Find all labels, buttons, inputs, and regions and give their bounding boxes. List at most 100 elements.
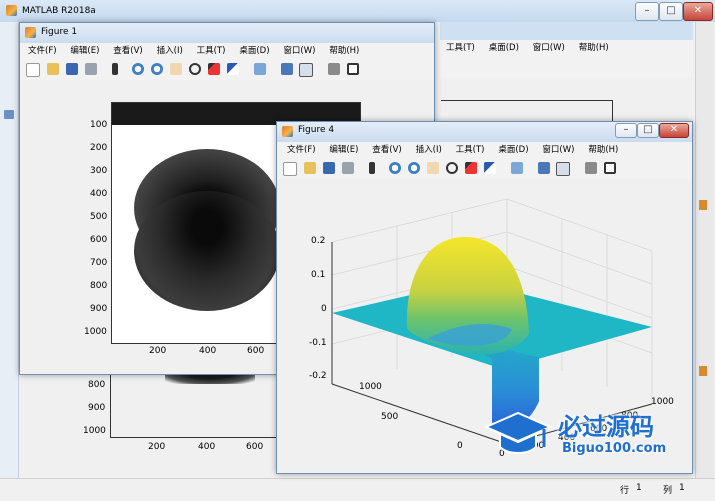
z-tick: 0.2 (311, 236, 326, 246)
col-label: 列 (663, 486, 673, 496)
y-tick: 100 (90, 120, 108, 130)
figure4-minimize-button[interactable]: – (615, 123, 637, 138)
menu-edit[interactable]: 编辑(E) (329, 145, 358, 155)
menu-desktop[interactable]: 桌面(D) (239, 46, 269, 56)
menu-tools[interactable]: 工具(T) (456, 145, 485, 155)
lower-background-figure (20, 372, 278, 476)
figure1-menubar: 文件(F) 编辑(E) 查看(V) 插入(I) 工具(T) 桌面(D) 窗口(W… (20, 43, 434, 61)
y-tick: 500 (381, 412, 399, 422)
zoom-in-icon[interactable] (389, 162, 402, 174)
figure-icon (25, 27, 36, 38)
z-tick: -0.2 (309, 371, 327, 381)
rotate-icon[interactable] (446, 162, 458, 174)
y-tick: 600 (90, 235, 108, 245)
y-tick: 500 (90, 212, 108, 222)
lower-ytick: 900 (88, 403, 106, 413)
open-icon[interactable] (303, 162, 316, 174)
zoom-in-icon[interactable] (132, 63, 145, 75)
z-tick: -0.1 (309, 338, 327, 348)
menu-window[interactable]: 窗口(W) (542, 145, 574, 155)
menu-view[interactable]: 查看(V) (113, 46, 142, 56)
y-tick: 400 (90, 189, 108, 199)
bg-menu-desktop[interactable]: 桌面(D) (489, 43, 519, 53)
open-icon[interactable] (46, 63, 59, 75)
menu-file[interactable]: 文件(F) (28, 46, 57, 56)
pointer-icon[interactable] (111, 63, 118, 75)
main-title-bar[interactable]: MATLAB R2018a – □ ✕ (0, 0, 715, 22)
maximize-button[interactable]: □ (659, 2, 683, 21)
background-figure-toolbar (440, 58, 693, 79)
matlab-logo-icon (6, 5, 17, 16)
print-icon[interactable] (341, 162, 354, 174)
colorbar-icon[interactable] (537, 162, 550, 174)
z-tick: 0.1 (311, 270, 326, 280)
figure4-title-bar[interactable]: Figure 4 – □ ✕ (277, 122, 692, 142)
zoom-out-icon[interactable] (408, 162, 421, 174)
menu-edit[interactable]: 编辑(E) (70, 46, 99, 56)
menu-window[interactable]: 窗口(W) (283, 46, 315, 56)
figure4-menubar: 文件(F) 编辑(E) 查看(V) 插入(I) 工具(T) 桌面(D) 窗口(W… (277, 142, 692, 160)
menu-help[interactable]: 帮助(H) (329, 46, 359, 56)
brush-icon[interactable] (226, 63, 239, 75)
y-tick: 800 (90, 281, 108, 291)
save-icon[interactable] (65, 63, 78, 75)
app-title: MATLAB R2018a (22, 6, 96, 16)
menu-desktop[interactable]: 桌面(D) (498, 145, 528, 155)
row-label: 行 (620, 486, 630, 496)
menu-file[interactable]: 文件(F) (287, 145, 316, 155)
pan-icon[interactable] (170, 63, 183, 75)
pointer-icon[interactable] (368, 162, 375, 174)
rotate-icon[interactable] (189, 63, 201, 75)
lower-axes-bottom (110, 437, 276, 438)
print-icon[interactable] (84, 63, 97, 75)
graduation-cap-icon (484, 411, 552, 454)
legend-icon[interactable] (556, 162, 571, 176)
dock-icon[interactable] (347, 63, 360, 75)
figure4-maximize-button[interactable]: □ (637, 123, 659, 138)
bg-menu-help[interactable]: 帮助(H) (579, 43, 609, 53)
minimize-button[interactable]: – (635, 2, 659, 21)
brush-icon[interactable] (483, 162, 496, 174)
background-figure-menubar: 工具(T) 桌面(D) 窗口(W) 帮助(H) (440, 40, 693, 59)
menu-view[interactable]: 查看(V) (372, 145, 401, 155)
status-bar: 行 1 列 1 (0, 478, 715, 501)
data-cursor-icon[interactable] (464, 162, 477, 174)
main-scrollbar[interactable] (695, 22, 714, 478)
zoom-out-icon[interactable] (151, 63, 164, 75)
watermark-text-cn: 必过源码 (558, 413, 654, 441)
y-tick: 700 (90, 258, 108, 268)
data-cursor-icon[interactable] (207, 63, 220, 75)
figure4-close-button[interactable]: ✕ (659, 123, 689, 138)
image-sphere-bottom (134, 191, 280, 311)
bg-menu-tools[interactable]: 工具(T) (446, 43, 475, 53)
legend-icon[interactable] (299, 63, 314, 77)
lower-xtick: 600 (246, 442, 264, 452)
close-button[interactable]: ✕ (683, 2, 713, 21)
left-panel-edge (0, 22, 19, 480)
y-tick: 0 (457, 441, 463, 451)
menu-insert[interactable]: 插入(I) (416, 145, 442, 155)
pan-icon[interactable] (427, 162, 440, 174)
link-icon[interactable] (510, 162, 523, 174)
bg-axes-top (441, 100, 613, 101)
x-tick: 400 (199, 346, 217, 356)
link-icon[interactable] (253, 63, 266, 75)
figure1-title-bar[interactable]: Figure 1 (20, 23, 434, 43)
save-icon[interactable] (322, 162, 335, 174)
bg-menu-window[interactable]: 窗口(W) (533, 43, 565, 53)
menu-tools[interactable]: 工具(T) (197, 46, 226, 56)
background-figure-titlebar (440, 22, 693, 40)
hide-tools-icon[interactable] (328, 63, 341, 75)
y-tick: 1000 (359, 382, 382, 392)
x-tick: 200 (149, 346, 167, 356)
menu-help[interactable]: 帮助(H) (588, 145, 618, 155)
hide-tools-icon[interactable] (585, 162, 598, 174)
dock-icon[interactable] (604, 162, 617, 174)
colorbar-icon[interactable] (280, 63, 293, 75)
new-figure-icon[interactable] (283, 162, 297, 176)
row-value: 1 (636, 483, 642, 493)
menu-insert[interactable]: 插入(I) (157, 46, 183, 56)
new-figure-icon[interactable] (26, 63, 40, 77)
lower-ytick: 800 (88, 380, 106, 390)
panel-icon (4, 110, 14, 119)
